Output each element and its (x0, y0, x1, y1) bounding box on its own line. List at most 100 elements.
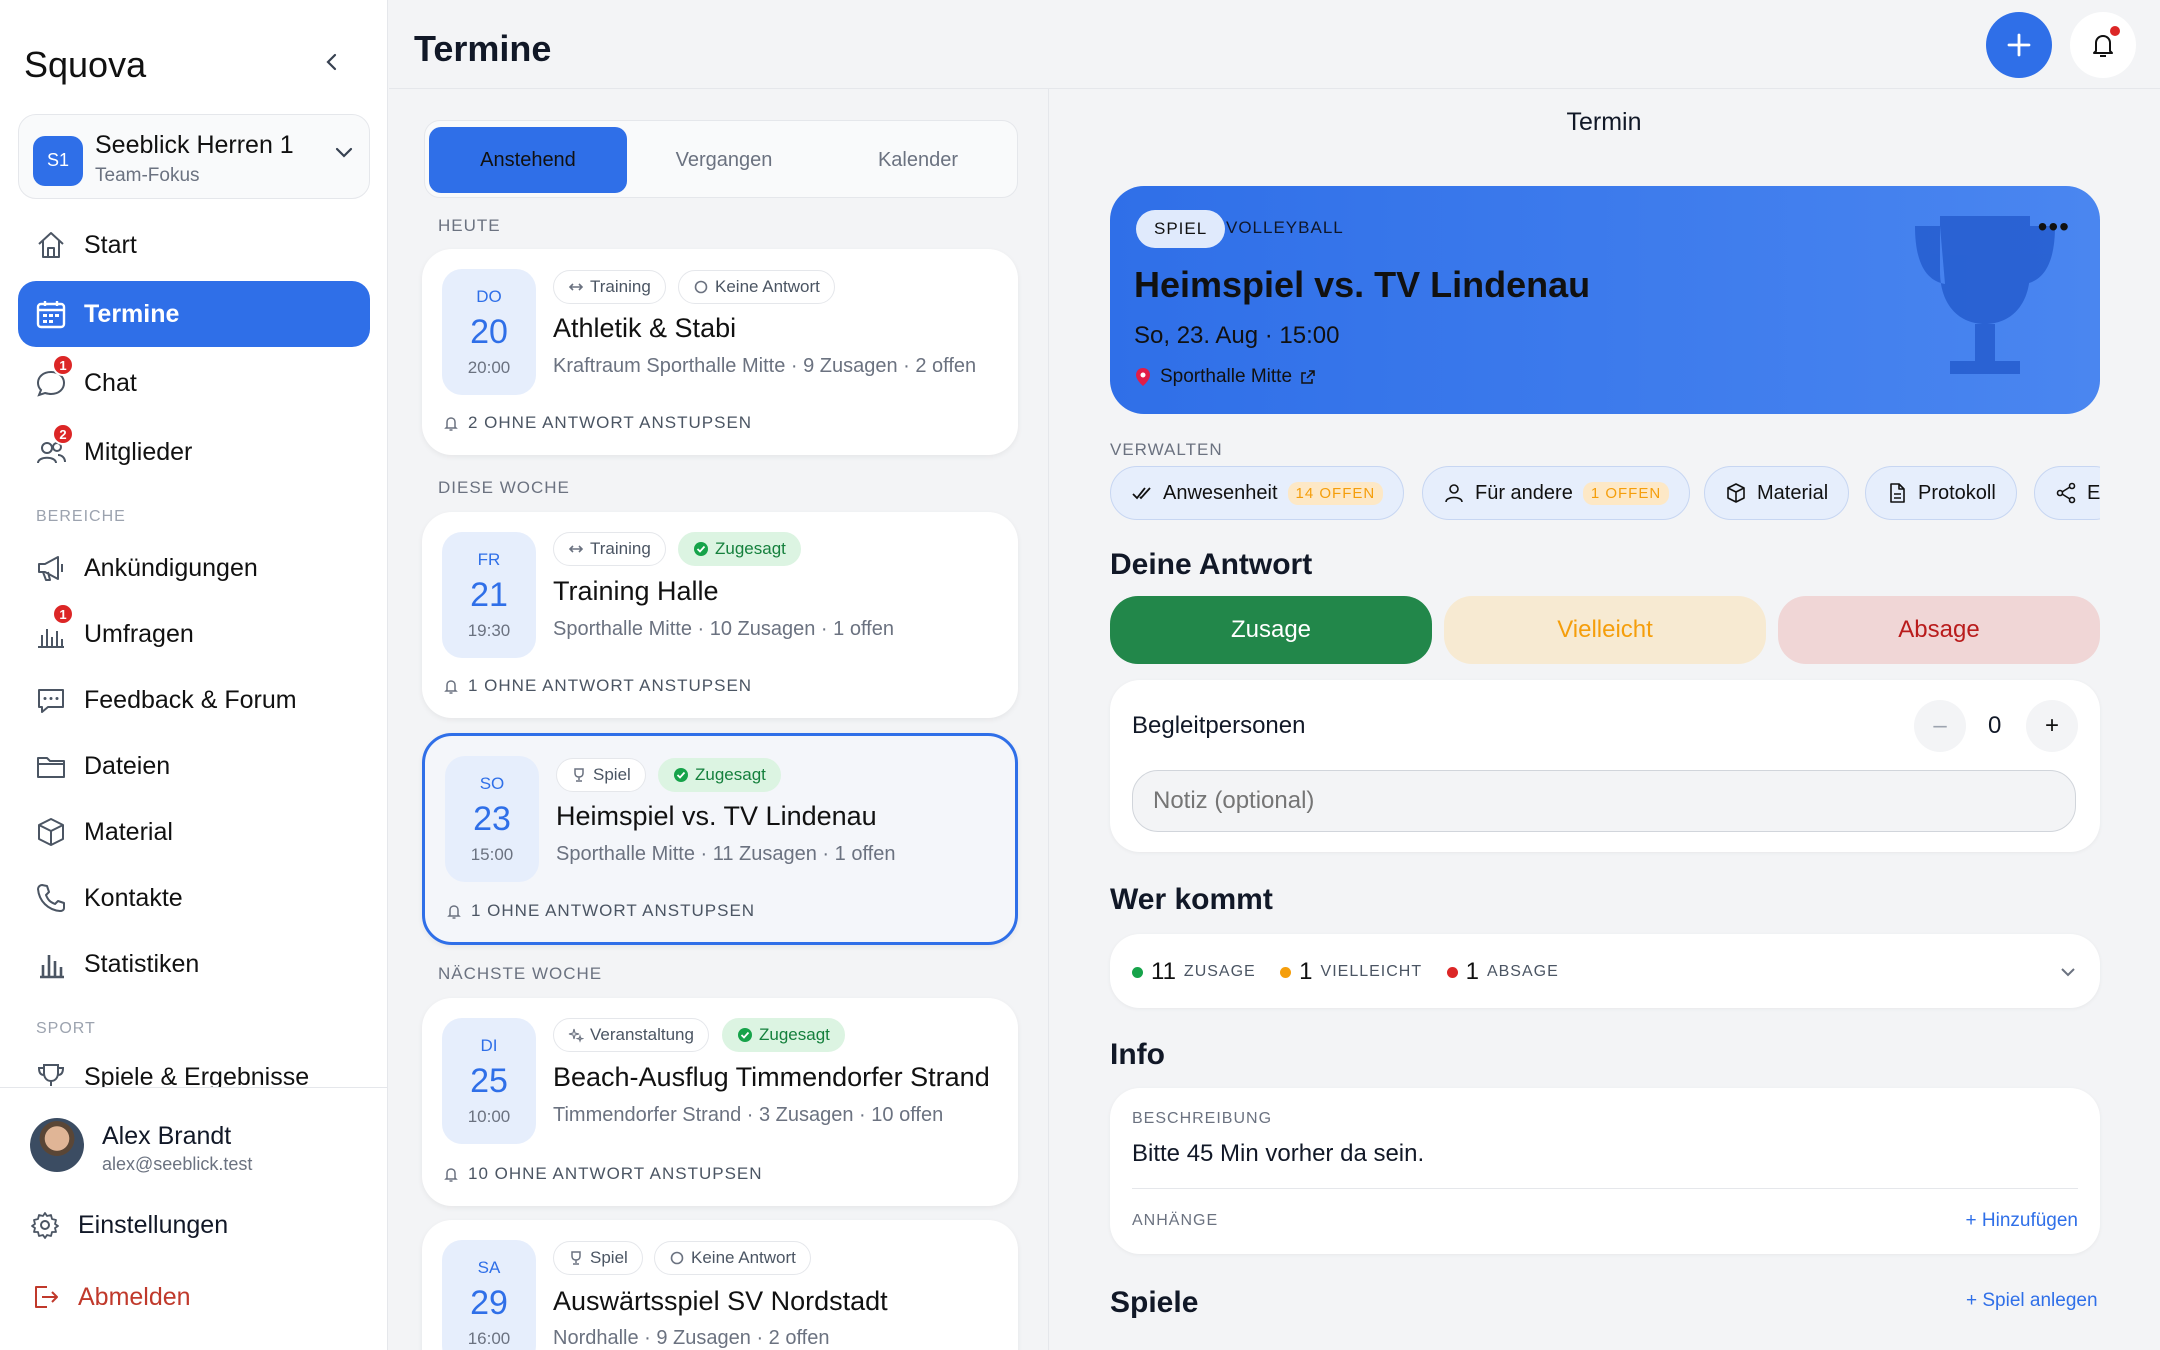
settings-link[interactable]: Einstellungen (30, 1210, 228, 1240)
app-logo: Squova (24, 44, 147, 85)
home-icon (38, 232, 64, 258)
for-others-button[interactable]: Für andere 1 OFFEN (1422, 466, 1691, 520)
answer-maybe-button[interactable]: Vielleicht (1444, 596, 1766, 664)
nav-item-label: Start (84, 230, 137, 259)
notifications-button[interactable] (2070, 12, 2136, 78)
team-switcher[interactable]: S1 Seeblick Herren 1 Team-Fokus (18, 114, 370, 199)
nav-item-ankuendigungen[interactable]: Ankündigungen (18, 535, 370, 601)
no-label: ABSAGE (1486, 963, 1559, 980)
weekday: SO (479, 774, 505, 793)
collapse-sidebar-button[interactable] (316, 46, 348, 78)
check-circle-icon (738, 1028, 752, 1042)
type-label: Spiel (593, 765, 631, 784)
tab-kalender[interactable]: Kalender (821, 127, 1015, 193)
event-time: 16:00 (467, 1329, 511, 1348)
decrement-button[interactable]: – (1914, 700, 1966, 752)
attendance-summary[interactable]: 11 ZUSAGE 1 VIELLEICHT 1 ABSAGE (1110, 934, 2100, 1008)
event-card[interactable]: DO 20 20:00 Training Keine Antwort Athle… (422, 249, 1018, 455)
arrows-icon (568, 283, 584, 291)
open-count: 1 OFFEN (1582, 481, 1670, 505)
answer-yes-button[interactable]: Zusage (1110, 596, 1432, 664)
add-attachment-link[interactable]: + Hinzufügen (1966, 1210, 2079, 1232)
note-input[interactable] (1132, 770, 2076, 832)
event-location-link[interactable]: Sporthalle Mitte (1134, 366, 1316, 388)
chevron-left-icon (326, 53, 337, 71)
nav-item-label: Statistiken (84, 949, 200, 978)
date-badge: SA 29 16:00 (442, 1240, 536, 1350)
day-number: 25 (470, 1062, 508, 1100)
header-divider (389, 88, 2160, 89)
nav-item-mitglieder[interactable]: 2 Mitglieder (18, 419, 370, 485)
protocol-button[interactable]: Protokoll (1865, 466, 2017, 520)
event-title: Athletik & Stabi (553, 313, 737, 343)
document-icon (1890, 483, 1905, 503)
event-time: 15:00 (470, 845, 514, 864)
description-label: BESCHREIBUNG (1132, 1110, 1273, 1127)
open-count: 14 OFFEN (1287, 481, 1384, 505)
settings-label: Einstellungen (78, 1210, 229, 1239)
event-card[interactable]: FR 21 19:30 Training Zugesagt Training H… (422, 512, 1018, 718)
bell-icon (444, 1168, 458, 1182)
sport-label: VOLLEYBALL (1226, 218, 1344, 237)
forum-icon (38, 689, 64, 713)
notification-dot (2110, 26, 2120, 36)
plus-icon (2007, 33, 2031, 57)
nudge-link[interactable]: 2 OHNE ANTWORT ANSTUPSEN (442, 413, 752, 433)
section-label-sport: SPORT (36, 1020, 96, 1037)
group-naechste-woche: NÄCHSTE WOCHE (438, 964, 603, 983)
event-hero: SPIEL VOLLEYBALL ••• Heimspiel vs. TV Li… (1110, 186, 2100, 414)
nudge-link[interactable]: 10 OHNE ANTWORT ANSTUPSEN (442, 1164, 763, 1184)
page-title: Termine (414, 28, 552, 69)
folder-icon (37, 757, 65, 778)
answer-heading: Deine Antwort (1110, 548, 1313, 581)
nav-item-chat[interactable]: 1 Chat (18, 350, 370, 416)
tab-anstehend[interactable]: Anstehend (429, 127, 627, 193)
group-heute: HEUTE (438, 216, 501, 235)
box-icon (1727, 483, 1745, 503)
location-label: Sporthalle Mitte (1160, 366, 1293, 387)
detail-heading: Termin (1566, 108, 1642, 136)
logout-label: Abmelden (78, 1282, 191, 1311)
event-datetime: So, 23. Aug · 15:00 (1134, 322, 1340, 349)
status-chip: Keine Antwort (654, 1241, 811, 1275)
action-label: E (2087, 481, 2100, 504)
date-badge: FR 21 19:30 (442, 532, 536, 658)
nav-item-feedback[interactable]: Feedback & Forum (18, 667, 370, 733)
nav-item-start[interactable]: Start (18, 212, 370, 278)
trophy-icon (571, 1251, 581, 1265)
logout-link[interactable]: Abmelden (30, 1282, 191, 1312)
nav-item-termine[interactable]: Termine (18, 281, 370, 347)
nav-item-kontakte[interactable]: Kontakte (18, 865, 370, 931)
event-card-selected[interactable]: SO 23 15:00 Spiel Zugesagt Heimspiel vs.… (422, 733, 1018, 945)
day-number: 23 (473, 800, 511, 838)
status-label: Keine Antwort (715, 277, 820, 296)
nudge-link[interactable]: 1 OHNE ANTWORT ANSTUPSEN (442, 676, 752, 696)
phone-icon (37, 884, 65, 912)
nav-item-umfragen[interactable]: 1 Umfragen (18, 601, 370, 667)
add-game-link[interactable]: + Spiel anlegen (1966, 1290, 2098, 1312)
nav-item-dateien[interactable]: Dateien (18, 733, 370, 799)
event-card[interactable]: SA 29 16:00 Spiel Keine Antwort Auswärts… (422, 1220, 1018, 1350)
event-kind-pill: SPIEL (1136, 210, 1226, 248)
check-circle-icon (674, 768, 688, 782)
status-chip: Zugesagt (658, 758, 781, 792)
nav-item-label: Chat (84, 368, 137, 397)
increment-button[interactable]: + (2026, 700, 2078, 752)
trophy-icon (37, 1064, 65, 1086)
answer-no-button[interactable]: Absage (1778, 596, 2100, 664)
material-button[interactable]: Material (1704, 466, 1850, 520)
nav-item-material[interactable]: Material (18, 799, 370, 865)
maybe-count: 1 (1299, 958, 1313, 985)
event-card[interactable]: DI 25 10:00 Veranstaltung Zugesagt Beach… (422, 998, 1018, 1206)
attendance-counts: 11 ZUSAGE 1 VIELLEICHT 1 ABSAGE (1132, 958, 1579, 986)
tab-vergangen[interactable]: Vergangen (627, 127, 821, 193)
nudge-link[interactable]: 1 OHNE ANTWORT ANSTUPSEN (445, 901, 755, 921)
trophy-icon (574, 768, 584, 782)
more-options-button[interactable]: ••• (2038, 213, 2070, 241)
nav-item-statistiken[interactable]: Statistiken (18, 931, 370, 997)
add-event-button[interactable] (1986, 12, 2052, 78)
type-label: Spiel (590, 1248, 628, 1267)
share-button[interactable]: E (2034, 466, 2100, 520)
attendance-button[interactable]: Anwesenheit 14 OFFEN (1110, 466, 1405, 520)
nav-item-spiele[interactable]: Spiele & Ergebnisse (18, 1045, 370, 1087)
